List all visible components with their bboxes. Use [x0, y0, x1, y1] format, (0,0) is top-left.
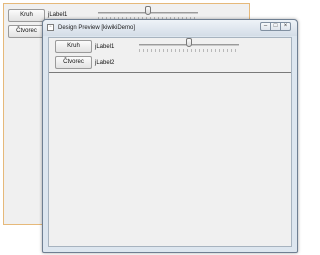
kruh-button[interactable]: Kruh	[8, 9, 45, 22]
preview-slider[interactable]	[139, 38, 239, 54]
title-bar[interactable]: ▫ Design Preview [kiwikiDemo] – □ ×	[43, 20, 297, 36]
screen: Kruh jLabel1 Čtvorec ▫ Design Preview [k…	[0, 0, 300, 255]
jlabel1: jLabel1	[48, 12, 68, 18]
preview-kruh-button[interactable]: Kruh	[55, 40, 92, 53]
preview-slider-thumb[interactable]	[186, 38, 192, 47]
preview-content: Kruh jLabel1 Čtvorec jLabel2	[48, 37, 292, 247]
preview-slider-ticks	[139, 49, 239, 52]
preview-ctvorec-button[interactable]: Čtvorec	[55, 56, 92, 69]
preview-jlabel1: jLabel1	[95, 44, 115, 50]
preview-jlabel2: jLabel2	[95, 60, 115, 66]
window-controls: – □ ×	[260, 22, 291, 32]
design-preview-window: ▫ Design Preview [kiwikiDemo] – □ × Kruh…	[42, 19, 298, 253]
app-icon: ▫	[47, 24, 54, 31]
panel-divider	[49, 72, 291, 73]
window-title: Design Preview [kiwikiDemo]	[58, 25, 136, 31]
close-button[interactable]: ×	[280, 22, 291, 31]
ctvorec-button[interactable]: Čtvorec	[8, 25, 45, 38]
slider-thumb[interactable]	[145, 6, 151, 15]
